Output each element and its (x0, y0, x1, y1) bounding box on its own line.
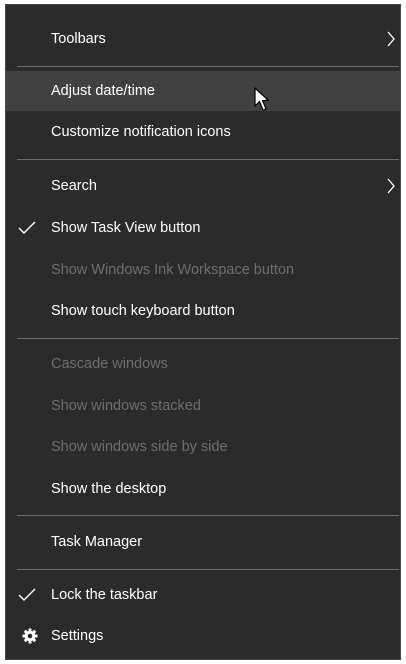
menu-item-cascade-windows: Cascade windows (6, 344, 400, 384)
menu-item-show-windows-side-by-side: Show windows side by side (6, 427, 400, 467)
menu-item-show-ink-workspace-button: Show Windows Ink Workspace button (6, 250, 400, 290)
menu-separator (17, 66, 399, 67)
menu-item-label: Show windows stacked (51, 398, 201, 414)
checkmark-icon (18, 588, 36, 601)
menu-item-show-the-desktop[interactable]: Show the desktop (6, 469, 400, 509)
menu-item-adjust-datetime[interactable]: Adjust date/time (6, 71, 400, 111)
menu-item-label: Settings (51, 628, 104, 644)
menu-item-toolbars[interactable]: Toolbars (6, 19, 400, 59)
checkmark-icon (18, 221, 36, 234)
menu-item-label: Search (51, 178, 97, 194)
menu-item-label: Adjust date/time (51, 83, 155, 99)
menu-separator (17, 515, 399, 516)
menu-item-label: Toolbars (51, 31, 106, 47)
menu-item-show-windows-stacked: Show windows stacked (6, 386, 400, 426)
mouse-pointer-icon (254, 87, 270, 111)
menu-item-label: Customize notification icons (51, 124, 231, 140)
chevron-right-icon (387, 178, 395, 194)
chevron-right-icon (387, 31, 395, 47)
taskbar-context-menu: Toolbars Adjust date/time Customize noti… (5, 4, 401, 660)
menu-item-label: Cascade windows (51, 356, 168, 372)
menu-item-lock-the-taskbar[interactable]: Lock the taskbar (6, 575, 400, 615)
menu-item-label: Lock the taskbar (51, 587, 158, 603)
menu-item-show-touch-keyboard-button[interactable]: Show touch keyboard button (6, 291, 400, 331)
menu-item-label: Show Windows Ink Workspace button (51, 262, 295, 278)
menu-item-label: Show Task View button (51, 220, 201, 236)
menu-item-label: Show windows side by side (51, 439, 228, 455)
menu-item-settings[interactable]: Settings (6, 616, 400, 656)
menu-separator (17, 569, 399, 570)
gear-icon (22, 628, 38, 644)
menu-item-label: Task Manager (51, 534, 143, 550)
screenshot-frame: Toolbars Adjust date/time Customize noti… (0, 0, 406, 664)
menu-separator (17, 338, 399, 339)
menu-separator (17, 159, 399, 160)
menu-item-customize-notification-icons[interactable]: Customize notification icons (6, 112, 400, 152)
menu-item-show-task-view-button[interactable]: Show Task View button (6, 208, 400, 248)
menu-item-label: Show the desktop (51, 481, 167, 497)
menu-item-search[interactable]: Search (6, 166, 400, 206)
menu-item-label: Show touch keyboard button (51, 303, 235, 319)
menu-item-task-manager[interactable]: Task Manager (6, 522, 400, 562)
